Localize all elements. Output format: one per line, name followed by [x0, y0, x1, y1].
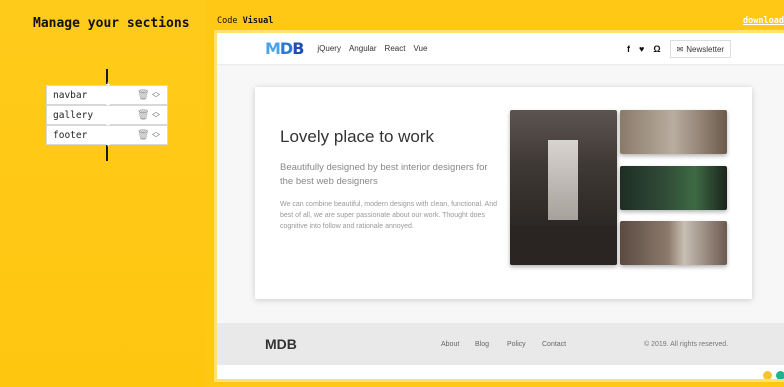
chat-icon[interactable]	[776, 371, 784, 379]
gallery-section: Lovely place to work Beautifully designe…	[217, 66, 784, 323]
mdb-logo[interactable]: M D B	[265, 39, 304, 58]
trash-icon[interactable]: 🗑	[137, 130, 150, 141]
chevron-down-icon[interactable]: ﹀	[152, 95, 160, 103]
footer-link-policy[interactable]: Policy	[507, 341, 526, 348]
add-section-icon[interactable]: +	[105, 141, 111, 149]
preview-footer: MDB About Blog Policy Contact © 2019. Al…	[217, 323, 784, 365]
gallery-photo-plants[interactable]	[620, 166, 727, 210]
footer-link-contact[interactable]: Contact	[542, 341, 566, 348]
section-item-footer[interactable]: + footer 🗑 ︿ ﹀ +	[46, 121, 168, 149]
card-title: Lovely place to work	[280, 127, 435, 146]
tab-code[interactable]: Code	[217, 16, 237, 26]
chevron-down-icon[interactable]: ﹀	[152, 115, 160, 123]
envelope-icon: ✉	[676, 44, 684, 54]
preview-navbar: M D B jQuery Angular React Vue f ♥ Ω ✉ N…	[217, 33, 784, 65]
section-manager-panel	[0, 0, 206, 387]
gallery-photo-vase[interactable]	[620, 110, 727, 154]
section-name: navbar	[53, 89, 88, 101]
newsletter-button[interactable]: ✉ Newsletter	[669, 40, 732, 58]
reorder-arrows[interactable]: ︿ ﹀	[151, 128, 161, 143]
view-tabs: Code Visual	[217, 16, 273, 26]
trash-icon[interactable]: 🗑	[137, 90, 150, 101]
gallery-card: Lovely place to work Beautifully designe…	[255, 87, 752, 299]
bottom-strip	[217, 365, 784, 379]
facebook-icon[interactable]: f	[627, 44, 630, 54]
section-list: + navbar 🗑 ︿ ﹀ + gallery 🗑 ︿ ﹀ + footer 🗑 …	[46, 81, 168, 149]
nav-link-vue[interactable]: Vue	[413, 44, 427, 53]
download-link[interactable]: download	[743, 16, 784, 26]
twitter-icon[interactable]: ♥	[639, 44, 644, 54]
card-paragraph: We can combine beautiful, modern designs…	[280, 201, 497, 230]
tab-visual[interactable]: Visual	[243, 16, 274, 26]
add-section-icon[interactable]: +	[105, 121, 111, 129]
photo-detail	[548, 140, 578, 220]
trash-icon[interactable]: 🗑	[137, 110, 150, 121]
logo-letter: B	[292, 39, 304, 58]
nav-link-jquery[interactable]: jQuery	[317, 44, 341, 53]
gallery-photo-hallway[interactable]	[510, 110, 617, 265]
preview-frame: M D B jQuery Angular React Vue f ♥ Ω ✉ N…	[214, 30, 784, 382]
reorder-arrows[interactable]: ︿ ﹀	[151, 108, 161, 123]
footer-link-about[interactable]: About	[441, 341, 459, 348]
newsletter-label: Newsletter	[686, 44, 725, 54]
footer-copyright: © 2019. All rights reserved.	[644, 341, 729, 348]
github-icon[interactable]: Ω	[653, 44, 660, 54]
navbar-right: f ♥ Ω ✉ Newsletter	[627, 40, 732, 58]
logo-letter: M	[265, 39, 281, 58]
footer-brand[interactable]: MDB	[265, 336, 297, 352]
nav-link-angular[interactable]: Angular	[349, 44, 377, 53]
chevron-down-icon[interactable]: ﹀	[152, 135, 160, 143]
section-name: footer	[53, 129, 88, 141]
reorder-arrows[interactable]: ︿ ﹀	[151, 88, 161, 103]
nav-link-react[interactable]: React	[385, 44, 406, 53]
add-section-icon[interactable]: +	[105, 101, 111, 109]
footer-link-blog[interactable]: Blog	[475, 341, 489, 348]
card-subtitle: Beautifully designed by best interior de…	[280, 162, 488, 187]
add-section-icon[interactable]: +	[105, 81, 111, 89]
section-name: gallery	[53, 109, 94, 121]
panel-title: Manage your sections	[33, 16, 190, 31]
photo-detail	[510, 225, 617, 265]
smiley-icon[interactable]	[763, 371, 772, 379]
logo-letter: D	[279, 39, 293, 58]
gallery-photo-room[interactable]	[620, 221, 727, 265]
